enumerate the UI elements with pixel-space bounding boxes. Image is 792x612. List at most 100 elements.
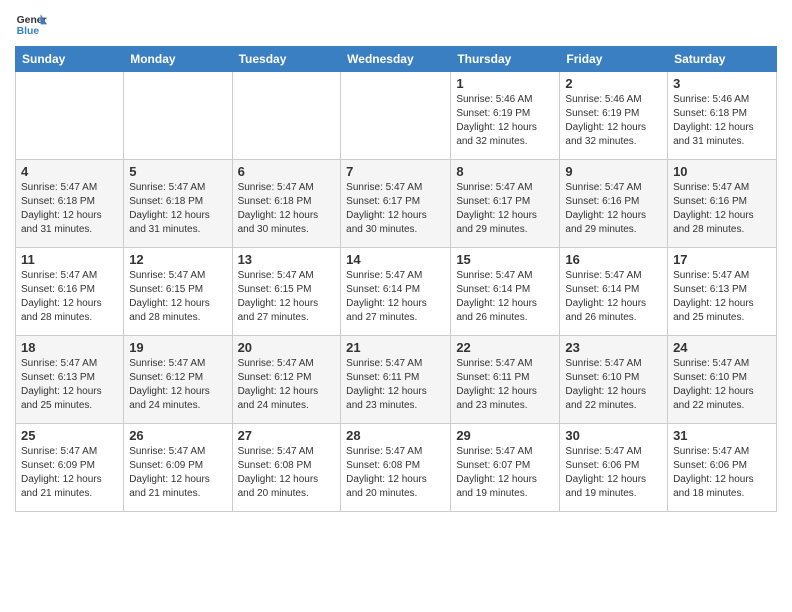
calendar-cell-4-5: 22 Sunrise: 5:47 AM Sunset: 6:11 PM Dayli…	[451, 336, 560, 424]
day-info: Sunrise: 5:47 AM Sunset: 6:11 PM Dayligh…	[346, 357, 445, 413]
day-number: 11	[21, 252, 118, 267]
day-info: Sunrise: 5:47 AM Sunset: 6:06 PM Dayligh…	[673, 445, 771, 501]
day-info: Sunrise: 5:47 AM Sunset: 6:06 PM Dayligh…	[565, 445, 662, 501]
calendar-cell-5-2: 26 Sunrise: 5:47 AM Sunset: 6:09 PM Dayli…	[124, 424, 232, 512]
weekday-header-monday: Monday	[124, 47, 232, 72]
svg-text:Blue: Blue	[17, 26, 40, 37]
weekday-header-thursday: Thursday	[451, 47, 560, 72]
calendar-cell-2-3: 6 Sunrise: 5:47 AM Sunset: 6:18 PM Daylig…	[232, 160, 341, 248]
day-number: 10	[673, 164, 771, 179]
calendar-cell-2-6: 9 Sunrise: 5:47 AM Sunset: 6:16 PM Daylig…	[560, 160, 668, 248]
day-number: 2	[565, 76, 662, 91]
calendar-cell-1-2	[124, 72, 232, 160]
day-info: Sunrise: 5:47 AM Sunset: 6:11 PM Dayligh…	[456, 357, 554, 413]
day-number: 3	[673, 76, 771, 91]
day-number: 16	[565, 252, 662, 267]
day-info: Sunrise: 5:47 AM Sunset: 6:07 PM Dayligh…	[456, 445, 554, 501]
logo: General Blue	[15, 10, 47, 38]
day-info: Sunrise: 5:47 AM Sunset: 6:13 PM Dayligh…	[21, 357, 118, 413]
weekday-header-row: SundayMondayTuesdayWednesdayThursdayFrid…	[16, 47, 777, 72]
day-number: 13	[238, 252, 336, 267]
day-info: Sunrise: 5:47 AM Sunset: 6:15 PM Dayligh…	[238, 269, 336, 325]
day-number: 24	[673, 340, 771, 355]
calendar-cell-3-7: 17Sunrise: 5:47 AM Sunset: 6:13 PM Dayli…	[668, 248, 777, 336]
calendar-cell-2-7: 10Sunrise: 5:47 AM Sunset: 6:16 PM Dayli…	[668, 160, 777, 248]
day-info: Sunrise: 5:47 AM Sunset: 6:15 PM Dayligh…	[129, 269, 226, 325]
day-number: 21	[346, 340, 445, 355]
day-info: Sunrise: 5:46 AM Sunset: 6:19 PM Dayligh…	[565, 93, 662, 149]
day-number: 7	[346, 164, 445, 179]
day-number: 1	[456, 76, 554, 91]
day-number: 19	[129, 340, 226, 355]
week-row-5: 25 Sunrise: 5:47 AM Sunset: 6:09 PM Dayli…	[16, 424, 777, 512]
day-info: Sunrise: 5:47 AM Sunset: 6:09 PM Dayligh…	[129, 445, 226, 501]
day-info: Sunrise: 5:47 AM Sunset: 6:08 PM Dayligh…	[238, 445, 336, 501]
weekday-header-wednesday: Wednesday	[341, 47, 451, 72]
weekday-header-friday: Friday	[560, 47, 668, 72]
header: General Blue	[15, 10, 777, 38]
day-number: 9	[565, 164, 662, 179]
calendar-cell-1-3	[232, 72, 341, 160]
calendar-cell-4-2: 19Sunrise: 5:47 AM Sunset: 6:12 PM Dayli…	[124, 336, 232, 424]
day-info: Sunrise: 5:47 AM Sunset: 6:18 PM Dayligh…	[21, 181, 118, 237]
week-row-2: 4 Sunrise: 5:47 AM Sunset: 6:18 PM Daylig…	[16, 160, 777, 248]
day-info: Sunrise: 5:47 AM Sunset: 6:09 PM Dayligh…	[21, 445, 118, 501]
weekday-header-tuesday: Tuesday	[232, 47, 341, 72]
day-number: 17	[673, 252, 771, 267]
day-number: 4	[21, 164, 118, 179]
day-info: Sunrise: 5:47 AM Sunset: 6:16 PM Dayligh…	[21, 269, 118, 325]
day-number: 26	[129, 428, 226, 443]
day-number: 28	[346, 428, 445, 443]
logo-icon: General Blue	[15, 10, 47, 38]
day-info: Sunrise: 5:47 AM Sunset: 6:10 PM Dayligh…	[673, 357, 771, 413]
calendar-cell-1-6: 2 Sunrise: 5:46 AM Sunset: 6:19 PM Daylig…	[560, 72, 668, 160]
day-info: Sunrise: 5:47 AM Sunset: 6:18 PM Dayligh…	[129, 181, 226, 237]
calendar-cell-2-2: 5Sunrise: 5:47 AM Sunset: 6:18 PM Daylig…	[124, 160, 232, 248]
day-number: 22	[456, 340, 554, 355]
day-info: Sunrise: 5:47 AM Sunset: 6:14 PM Dayligh…	[456, 269, 554, 325]
calendar-cell-4-7: 24 Sunrise: 5:47 AM Sunset: 6:10 PM Dayli…	[668, 336, 777, 424]
calendar-cell-5-7: 31 Sunrise: 5:47 AM Sunset: 6:06 PM Dayli…	[668, 424, 777, 512]
calendar-cell-3-2: 12 Sunrise: 5:47 AM Sunset: 6:15 PM Dayli…	[124, 248, 232, 336]
calendar-cell-5-3: 27 Sunrise: 5:47 AM Sunset: 6:08 PM Dayli…	[232, 424, 341, 512]
day-number: 6	[238, 164, 336, 179]
calendar-cell-1-7: 3 Sunrise: 5:46 AM Sunset: 6:18 PM Daylig…	[668, 72, 777, 160]
calendar-cell-1-1	[16, 72, 124, 160]
day-number: 27	[238, 428, 336, 443]
day-number: 30	[565, 428, 662, 443]
day-number: 31	[673, 428, 771, 443]
calendar-cell-3-6: 16Sunrise: 5:47 AM Sunset: 6:14 PM Dayli…	[560, 248, 668, 336]
day-info: Sunrise: 5:47 AM Sunset: 6:17 PM Dayligh…	[346, 181, 445, 237]
calendar-cell-3-5: 15 Sunrise: 5:47 AM Sunset: 6:14 PM Dayli…	[451, 248, 560, 336]
calendar-cell-5-4: 28 Sunrise: 5:47 AM Sunset: 6:08 PM Dayli…	[341, 424, 451, 512]
day-info: Sunrise: 5:47 AM Sunset: 6:17 PM Dayligh…	[456, 181, 554, 237]
calendar-cell-3-1: 11 Sunrise: 5:47 AM Sunset: 6:16 PM Dayli…	[16, 248, 124, 336]
calendar-cell-4-4: 21 Sunrise: 5:47 AM Sunset: 6:11 PM Dayli…	[341, 336, 451, 424]
day-info: Sunrise: 5:47 AM Sunset: 6:18 PM Dayligh…	[238, 181, 336, 237]
calendar-cell-2-4: 7 Sunrise: 5:47 AM Sunset: 6:17 PM Daylig…	[341, 160, 451, 248]
calendar-cell-5-6: 30 Sunrise: 5:47 AM Sunset: 6:06 PM Dayli…	[560, 424, 668, 512]
day-number: 20	[238, 340, 336, 355]
day-number: 8	[456, 164, 554, 179]
day-number: 18	[21, 340, 118, 355]
calendar-cell-4-3: 20Sunrise: 5:47 AM Sunset: 6:12 PM Dayli…	[232, 336, 341, 424]
day-info: Sunrise: 5:46 AM Sunset: 6:18 PM Dayligh…	[673, 93, 771, 149]
day-number: 23	[565, 340, 662, 355]
week-row-1: 1 Sunrise: 5:46 AM Sunset: 6:19 PM Daylig…	[16, 72, 777, 160]
week-row-4: 18 Sunrise: 5:47 AM Sunset: 6:13 PM Dayli…	[16, 336, 777, 424]
calendar-cell-1-4	[341, 72, 451, 160]
weekday-header-saturday: Saturday	[668, 47, 777, 72]
day-info: Sunrise: 5:47 AM Sunset: 6:08 PM Dayligh…	[346, 445, 445, 501]
day-info: Sunrise: 5:47 AM Sunset: 6:10 PM Dayligh…	[565, 357, 662, 413]
day-number: 12	[129, 252, 226, 267]
day-number: 15	[456, 252, 554, 267]
day-number: 25	[21, 428, 118, 443]
calendar-cell-3-3: 13 Sunrise: 5:47 AM Sunset: 6:15 PM Dayli…	[232, 248, 341, 336]
calendar-cell-2-5: 8 Sunrise: 5:47 AM Sunset: 6:17 PM Daylig…	[451, 160, 560, 248]
weekday-header-sunday: Sunday	[16, 47, 124, 72]
day-number: 29	[456, 428, 554, 443]
day-number: 14	[346, 252, 445, 267]
day-info: Sunrise: 5:47 AM Sunset: 6:16 PM Dayligh…	[565, 181, 662, 237]
calendar-cell-4-6: 23 Sunrise: 5:47 AM Sunset: 6:10 PM Dayli…	[560, 336, 668, 424]
calendar-cell-1-5: 1Sunrise: 5:46 AM Sunset: 6:19 PM Daylig…	[451, 72, 560, 160]
